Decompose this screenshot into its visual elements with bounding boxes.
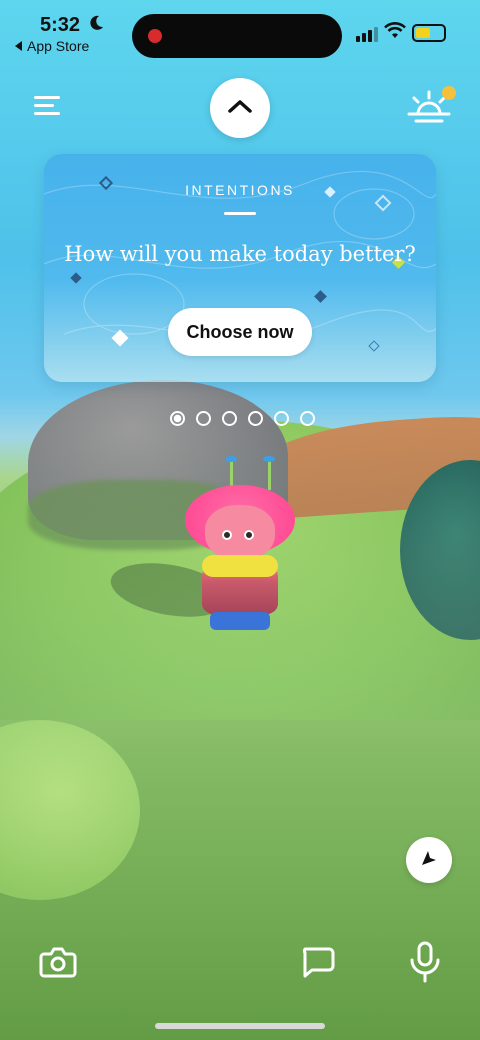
chevron-up-icon bbox=[227, 98, 253, 119]
navigation-arrow-icon bbox=[419, 848, 439, 873]
notification-dot bbox=[442, 86, 456, 100]
menu-line bbox=[34, 112, 60, 115]
page-dot[interactable] bbox=[222, 411, 237, 426]
navigate-button[interactable] bbox=[406, 837, 452, 883]
chat-button[interactable] bbox=[298, 944, 340, 984]
camera-button[interactable] bbox=[38, 944, 80, 984]
collapse-card-button[interactable] bbox=[210, 78, 270, 138]
moon-icon bbox=[88, 15, 104, 36]
daily-sunrise-button[interactable] bbox=[404, 84, 462, 134]
character-face bbox=[205, 505, 275, 560]
sunrise-icon bbox=[404, 90, 454, 132]
intentions-card[interactable]: INTENTIONS How will you make today bette… bbox=[44, 154, 436, 382]
menu-line bbox=[34, 96, 60, 99]
back-app-label: App Store bbox=[27, 38, 90, 54]
sprout-right bbox=[263, 456, 275, 490]
character-feet bbox=[210, 612, 270, 630]
page-indicator bbox=[170, 411, 315, 426]
page-dot[interactable] bbox=[196, 411, 211, 426]
back-triangle-icon bbox=[15, 38, 23, 54]
character-scarf bbox=[202, 555, 278, 577]
home-indicator[interactable] bbox=[155, 1023, 325, 1029]
card-divider bbox=[224, 212, 256, 215]
wifi-icon bbox=[384, 22, 406, 45]
back-to-app-link[interactable]: App Store bbox=[15, 38, 89, 54]
battery-level bbox=[416, 28, 430, 38]
page-dot[interactable] bbox=[248, 411, 263, 426]
menu-line bbox=[34, 104, 54, 107]
cellular-signal-icon bbox=[356, 26, 378, 42]
page-dot[interactable] bbox=[300, 411, 315, 426]
status-bar: 5:32 App Store bbox=[0, 0, 480, 60]
microphone-icon bbox=[406, 941, 444, 988]
character-eye-left bbox=[222, 530, 232, 540]
microphone-button[interactable] bbox=[406, 940, 446, 986]
camera-icon bbox=[38, 947, 78, 984]
status-time: 5:32 bbox=[40, 14, 81, 36]
avatar-character[interactable] bbox=[180, 456, 300, 640]
card-question: How will you make today better? bbox=[64, 242, 416, 266]
choose-now-button[interactable]: Choose now bbox=[168, 308, 312, 356]
card-label: INTENTIONS bbox=[185, 182, 295, 198]
chat-bubble-icon bbox=[298, 947, 336, 984]
battery-icon bbox=[412, 24, 446, 42]
page-dot-active[interactable] bbox=[170, 411, 185, 426]
menu-button[interactable] bbox=[28, 90, 68, 122]
page-dot[interactable] bbox=[274, 411, 289, 426]
dynamic-island bbox=[132, 14, 342, 58]
character-eye-right bbox=[244, 530, 254, 540]
recording-indicator bbox=[148, 29, 162, 43]
